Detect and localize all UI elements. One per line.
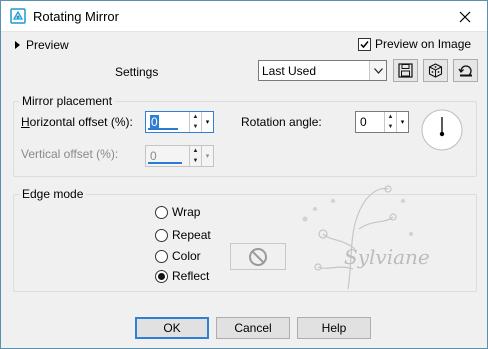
rotating-mirror-dialog: Rotating Mirror Preview Preview on Image… [0, 0, 488, 349]
close-icon [459, 11, 471, 22]
decrement-down-icon[interactable]: ▼ [190, 122, 201, 132]
title-bar: Rotating Mirror [1, 1, 487, 32]
preview-on-image-checkbox[interactable]: Preview on Image [358, 37, 471, 51]
edge-mode-repeat-label: Repeat [172, 228, 211, 242]
cancel-button[interactable]: Cancel [216, 317, 290, 339]
horizontal-offset-label: Horizontal offset (%): [21, 115, 133, 129]
decrement-down-icon[interactable]: ▼ [385, 122, 396, 132]
horizontal-offset-value: 0 [150, 115, 159, 129]
checkbox-box[interactable] [358, 37, 371, 51]
floppy-disk-icon [398, 63, 413, 78]
horizontal-offset-value-box[interactable]: 0 [146, 112, 189, 132]
randomize-button[interactable] [423, 59, 448, 82]
horizontal-offset-stepper[interactable]: ▲ ▼ [189, 112, 201, 132]
radio-circle[interactable] [155, 249, 168, 263]
rotation-angle-dial-icon[interactable] [419, 107, 465, 153]
horizontal-offset-slider-bar [148, 128, 178, 130]
mirror-placement-title: Mirror placement [19, 94, 116, 108]
rotation-angle-dropdown-icon[interactable]: ▾ [396, 112, 408, 132]
settings-dropdown[interactable]: Last Used [258, 60, 387, 81]
edge-mode-wrap-label: Wrap [172, 205, 201, 219]
rotation-angle-label: Rotation angle: [241, 115, 322, 129]
rotation-angle-value-box[interactable]: 0 [356, 112, 384, 132]
radio-circle-selected[interactable] [155, 269, 168, 283]
edge-color-swatch [230, 243, 286, 270]
horizontal-offset-spinner[interactable]: 0 ▲ ▼ ▾ [145, 111, 214, 133]
horizontal-offset-label-text: orizontal offset (%): [29, 115, 133, 129]
rotation-angle-stepper[interactable]: ▲ ▼ [384, 112, 396, 132]
edge-mode-color-label: Color [172, 249, 201, 263]
close-button[interactable] [443, 1, 487, 32]
window-title: Rotating Mirror [33, 9, 119, 24]
reset-icon [457, 65, 472, 77]
vertical-offset-value-box: 0 [146, 146, 189, 166]
mirror-app-icon [10, 8, 26, 24]
preview-label: Preview [26, 38, 69, 52]
reset-defaults-button[interactable] [453, 59, 478, 82]
increment-up-icon[interactable]: ▲ [385, 112, 396, 122]
vertical-offset-slider-bar [148, 162, 182, 164]
decrement-down-icon: ▼ [192, 158, 199, 164]
save-preset-button[interactable] [393, 59, 418, 82]
horizontal-offset-dropdown-icon[interactable]: ▾ [201, 112, 213, 132]
vertical-offset-stepper: ▲ ▼ [189, 146, 201, 166]
settings-value: Last Used [262, 63, 317, 78]
increment-up-icon: ▲ [192, 148, 199, 154]
watermark-floral-image [302, 185, 413, 290]
edge-mode-wrap-radio[interactable]: Wrap [155, 205, 200, 219]
vertical-offset-value: 0 [150, 149, 157, 163]
dice-icon [428, 63, 443, 78]
vertical-offset-dropdown-icon: ▾ [201, 146, 213, 166]
help-button[interactable]: Help [297, 317, 371, 339]
edge-mode-title: Edge mode [19, 187, 87, 201]
edge-mode-repeat-radio[interactable]: Repeat [155, 228, 211, 242]
rotation-angle-value: 0 [360, 115, 367, 129]
radio-circle[interactable] [155, 228, 168, 242]
vertical-offset-label: Vertical offset (%): [21, 147, 119, 161]
vertical-offset-spinner: 0 ▲ ▼ ▾ [145, 145, 214, 167]
radio-circle[interactable] [155, 205, 168, 219]
edge-mode-reflect-label: Reflect [172, 269, 210, 283]
no-color-icon [249, 247, 267, 266]
ok-button[interactable]: OK [135, 317, 209, 339]
preview-on-image-label: Preview on Image [375, 37, 472, 51]
increment-up-icon[interactable]: ▲ [190, 112, 201, 122]
rotation-angle-spinner[interactable]: 0 ▲ ▼ ▾ [355, 111, 409, 133]
expand-triangle-icon [15, 41, 20, 49]
edge-mode-color-radio[interactable]: Color [155, 249, 201, 263]
edge-mode-reflect-radio[interactable]: Reflect [155, 269, 209, 283]
preview-expander[interactable]: Preview [15, 38, 69, 52]
dropdown-arrow[interactable] [369, 61, 386, 80]
watermark-signature: Sylviane [344, 245, 430, 269]
settings-label: Settings [115, 65, 159, 79]
checkmark-icon [360, 40, 369, 48]
chevron-down-icon [373, 67, 383, 74]
